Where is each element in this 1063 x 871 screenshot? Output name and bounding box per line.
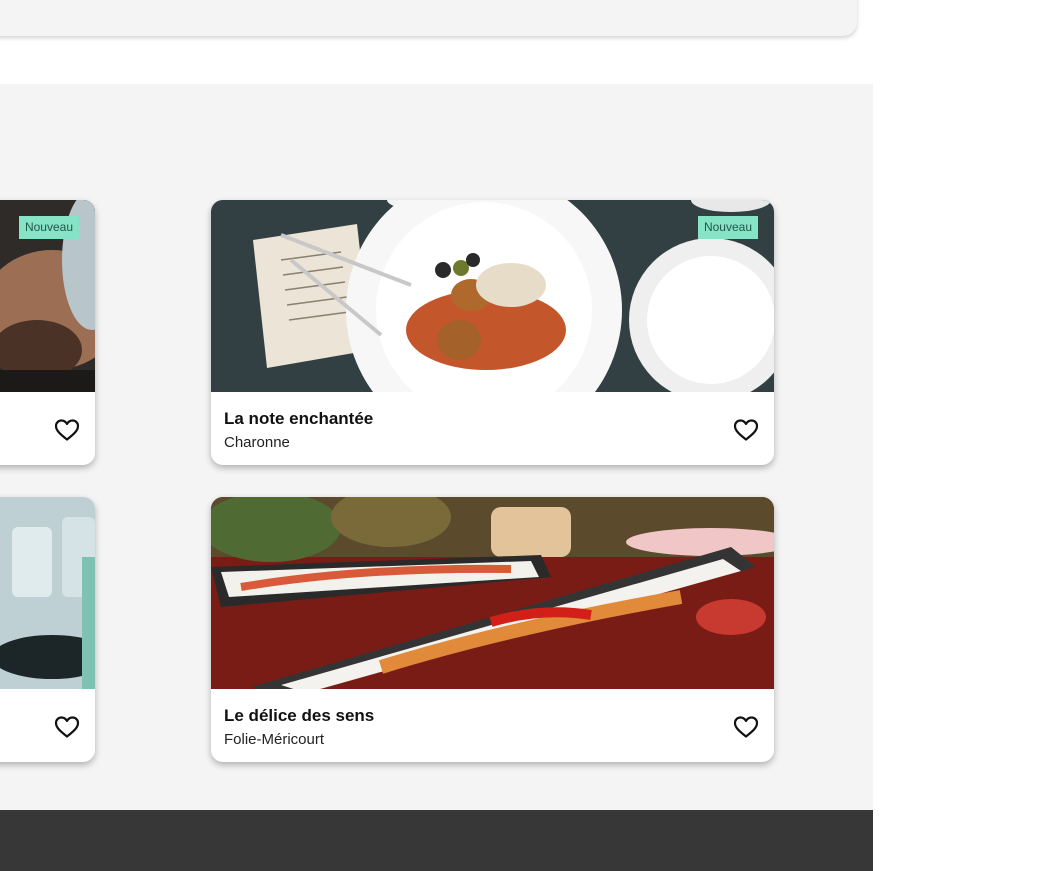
restaurant-photo xyxy=(211,497,774,689)
restaurant-photo xyxy=(0,497,95,689)
restaurant-district: Folie-Méricourt xyxy=(224,731,325,748)
restaurant-card[interactable]: Nouveau xyxy=(0,200,95,465)
restaurant-name: La note enchantée xyxy=(224,409,374,428)
new-badge: Nouveau xyxy=(18,216,79,239)
restaurant-card[interactable]: Nouveau La note enchantée Charonne xyxy=(211,200,774,465)
restaurant-card[interactable] xyxy=(0,497,95,762)
heart-outline-icon[interactable] xyxy=(733,418,759,442)
restaurant-photo xyxy=(211,200,774,392)
top-panel xyxy=(0,0,857,36)
restaurant-list-section: Nouveau Nouveau La note enchantée Charon… xyxy=(0,84,873,810)
heart-outline-icon[interactable] xyxy=(54,715,80,739)
heart-outline-icon[interactable] xyxy=(54,418,80,442)
new-badge: Nouveau xyxy=(697,216,758,239)
restaurant-card[interactable]: Le délice des sens Folie-Méricourt xyxy=(211,497,774,762)
restaurant-name: Le délice des sens xyxy=(224,706,375,725)
footer xyxy=(0,810,873,871)
restaurant-district: Charonne xyxy=(224,434,290,451)
heart-outline-icon[interactable] xyxy=(733,715,759,739)
